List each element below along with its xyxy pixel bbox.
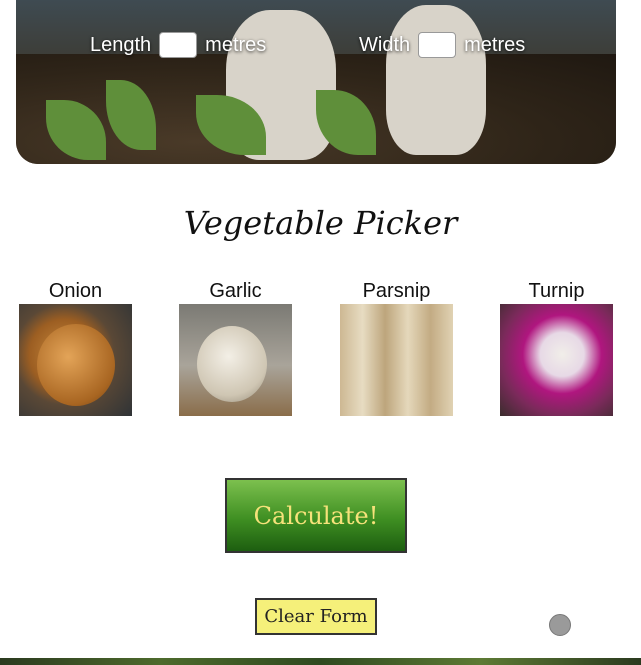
width-input[interactable] [418,32,457,58]
width-row: Width metres [359,30,525,60]
garlic-bulb [197,326,267,402]
parsnip-image[interactable] [340,304,453,416]
calculate-button[interactable]: Calculate! [225,478,407,553]
length-unit: metres [205,33,267,56]
veg-label: Onion [48,280,103,302]
turnip-image[interactable] [500,304,613,416]
veg-garlic[interactable]: Garlic [179,278,292,416]
veg-label: Parsnip [362,280,431,302]
veg-onion[interactable]: Onion [19,278,132,416]
length-label: Length [90,33,152,56]
onion-image[interactable] [19,304,132,416]
veg-label: Turnip [528,280,585,302]
veg-parsnip[interactable]: Parsnip [340,278,453,416]
glove-right [386,5,486,155]
length-row: Length metres [90,30,266,60]
scroll-indicator-dot[interactable] [549,614,571,636]
footer-image-strip [0,658,641,665]
width-unit: metres [464,33,526,56]
veg-label: Garlic [209,280,262,302]
hero-banner: Length metres Width metres [16,0,616,164]
clear-form-button[interactable]: Clear Form [255,598,377,635]
veg-turnip[interactable]: Turnip [500,278,613,416]
length-input[interactable] [159,32,198,58]
garlic-image[interactable] [179,304,292,416]
width-label: Width [359,33,411,56]
page-title: Vegetable Picker [183,204,458,242]
onion-bulb [37,324,115,406]
